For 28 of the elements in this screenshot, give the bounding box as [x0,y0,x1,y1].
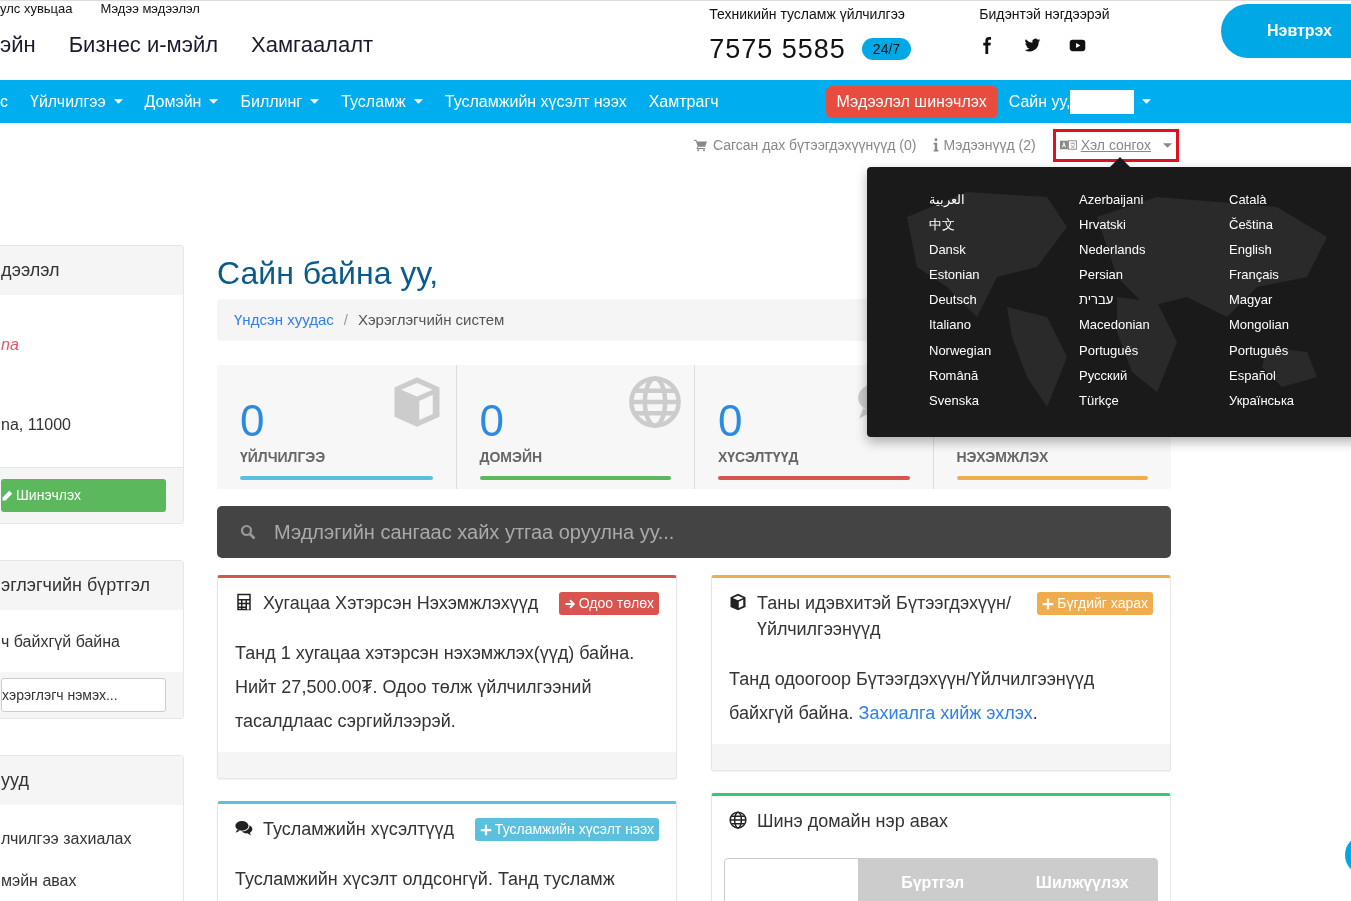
social-label: Бидэнтэй нэгдээрэй [979,5,1111,24]
card-title: Хугацаа Хэтэрсэн Нэхэмжлэхүүд [263,592,539,615]
stat-count: 0 [479,395,504,447]
phone-number: 7575 5585 [709,33,846,66]
breadcrumb-current: Хэрэглэгчийн систем [357,309,505,330]
panel-title: дээлэл [1,259,60,282]
panel-title: эглэгчийн бүртгэл [1,574,151,597]
breadcrumb-separator: / [343,309,348,330]
hours-badge: 24/7 [861,38,912,61]
card-title: Таны идэвхитэй Бүтээгдэхүүн/ Үйлчилгээнүүд [757,592,1012,641]
stat-label: ХҮСЭЛТҮҮД [718,448,800,467]
stat-count: 0 [718,395,743,447]
empty-message: ч байхгүй байна [1,632,121,652]
card-text: Танд одоогоор Бүтээгдэхүүн/Үйлчилгээнүүд байхгүй байна. Захиалга хийж эхлэх. [729,668,1096,725]
card-text: Тусламжийн хүсэлт олдсонгүй. Танд тусламж [235,868,616,891]
stat-label: НЭХЭМЖЛЭХ [956,448,1050,467]
greeting: Сайн уу, [1008,91,1071,112]
panel-title: ууд [1,769,29,792]
address-line: na, 11000 [1,415,71,435]
stat-label: ҮЙЛЧИЛГЭЭ [240,447,327,467]
stat-count: 0 [240,395,265,447]
support-label: Техникийн тусламж үйлчилгээ [709,5,906,24]
stat-label: ДОМЭЙН [479,447,544,467]
card-title: Шинэ домайн нэр авах [757,810,949,833]
card-text: Танд 1 хугацаа хэтэрсэн нэхэмжлэх(үүд) байна. Нийт 27,500.00₮. Одоо төлж үйлчилгээний тасалдлаас сэргийлээрэй. [235,642,636,733]
page-title: Сайн байна уу, [217,254,438,293]
address-line: na [1,335,19,355]
card-title: Тусламжийн хүсэлтүүд [263,818,454,841]
